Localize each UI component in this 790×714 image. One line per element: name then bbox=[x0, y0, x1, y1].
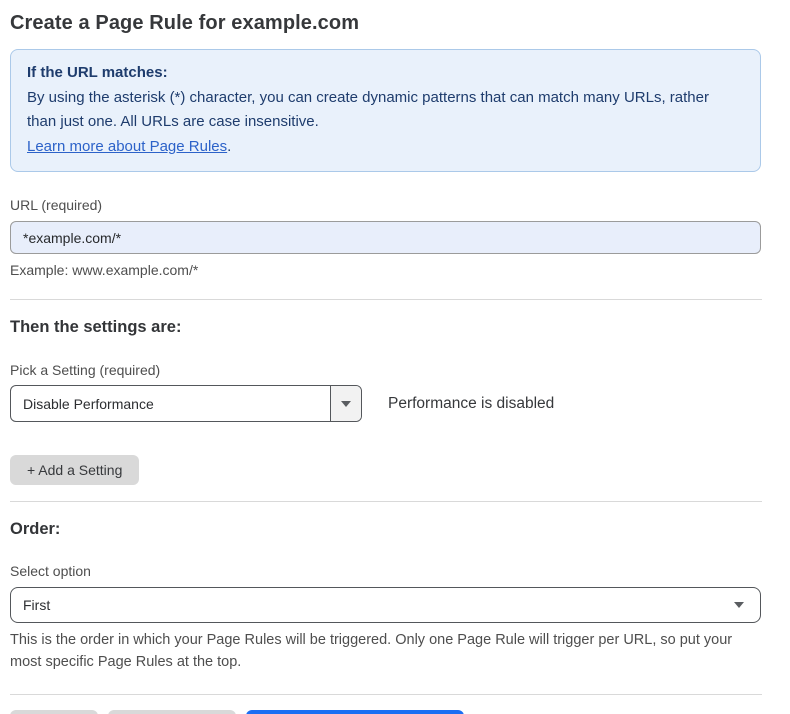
setting-status-text: Performance is disabled bbox=[388, 395, 554, 413]
order-select-label: Select option bbox=[10, 563, 761, 579]
add-setting-button[interactable]: + Add a Setting bbox=[10, 455, 139, 485]
info-box-heading: If the URL matches: bbox=[27, 61, 744, 86]
save-as-draft-button[interactable]: Save as Draft bbox=[108, 710, 237, 714]
link-suffix: . bbox=[227, 138, 231, 155]
info-box-link-line: Learn more about Page Rules. bbox=[27, 135, 744, 160]
order-help-text: This is the order in which your Page Rul… bbox=[10, 629, 755, 673]
section-divider bbox=[10, 501, 762, 502]
pick-setting-label: Pick a Setting (required) bbox=[10, 362, 761, 378]
url-example-hint: Example: www.example.com/* bbox=[10, 262, 761, 278]
setting-select-arrow-button[interactable] bbox=[330, 386, 361, 421]
footer-actions: Cancel Save as Draft Save and Deploy Pag… bbox=[10, 710, 761, 714]
url-field-label: URL (required) bbox=[10, 197, 761, 213]
setting-picker-row: Disable Performance Performance is disab… bbox=[10, 385, 761, 422]
save-and-deploy-button[interactable]: Save and Deploy Page Rule bbox=[246, 710, 464, 714]
learn-more-link[interactable]: Learn more about Page Rules bbox=[27, 138, 227, 155]
url-input[interactable] bbox=[10, 221, 761, 254]
order-select[interactable]: First bbox=[10, 587, 761, 623]
setting-select-value: Disable Performance bbox=[11, 386, 330, 421]
settings-section-heading: Then the settings are: bbox=[10, 318, 761, 337]
url-matches-info-box: If the URL matches: By using the asteris… bbox=[10, 49, 761, 172]
order-section-heading: Order: bbox=[10, 520, 761, 539]
order-select-value: First bbox=[23, 597, 50, 613]
page-rule-form: Create a Page Rule for example.com If th… bbox=[0, 0, 790, 714]
info-box-body: By using the asterisk (*) character, you… bbox=[27, 86, 732, 135]
page-title: Create a Page Rule for example.com bbox=[10, 12, 761, 35]
chevron-down-icon bbox=[734, 602, 744, 608]
setting-select[interactable]: Disable Performance bbox=[10, 385, 362, 422]
section-divider bbox=[10, 299, 762, 300]
cancel-button[interactable]: Cancel bbox=[10, 710, 98, 714]
footer-divider bbox=[10, 694, 762, 695]
dropdown-arrow-icon bbox=[341, 401, 351, 407]
